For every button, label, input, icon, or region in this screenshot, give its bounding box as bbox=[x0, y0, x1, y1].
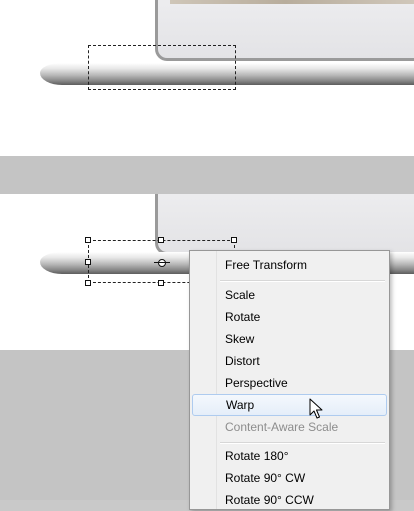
menu-item-warp[interactable]: Warp bbox=[192, 394, 387, 416]
transform-context-menu: Free Transform Scale Rotate Skew Distort… bbox=[189, 250, 390, 510]
transform-handle-top-left[interactable] bbox=[85, 237, 91, 243]
menu-item-rotate-90-ccw[interactable]: Rotate 90° CCW bbox=[192, 489, 387, 511]
menu-separator bbox=[220, 442, 385, 444]
transform-handle-top-right[interactable] bbox=[231, 237, 237, 243]
menu-item-perspective[interactable]: Perspective bbox=[192, 372, 387, 394]
menu-item-rotate[interactable]: Rotate bbox=[192, 306, 387, 328]
menu-item-content-aware-scale: Content-Aware Scale bbox=[225, 420, 339, 434]
transform-handle-bottom-left[interactable] bbox=[85, 280, 91, 286]
menu-item-distort[interactable]: Distort bbox=[192, 350, 387, 372]
menu-item-scale[interactable]: Scale bbox=[192, 284, 387, 306]
transform-handle-middle-left[interactable] bbox=[85, 259, 91, 265]
canvas-top bbox=[0, 0, 414, 156]
menu-item-skew[interactable]: Skew bbox=[192, 328, 387, 350]
laptop-screen-edge bbox=[170, 0, 414, 4]
menu-item-rotate-90-cw[interactable]: Rotate 90° CW bbox=[192, 467, 387, 489]
menu-item-rotate-180[interactable]: Rotate 180° bbox=[192, 445, 387, 467]
selection-marquee[interactable] bbox=[88, 45, 236, 90]
pivot-point-icon[interactable] bbox=[154, 258, 170, 268]
menu-separator bbox=[220, 280, 385, 282]
arrow-cursor-icon bbox=[309, 398, 323, 419]
transform-handle-top-center[interactable] bbox=[158, 237, 164, 243]
menu-item-free-transform[interactable]: Free Transform bbox=[192, 254, 387, 276]
workspace-gap bbox=[0, 156, 414, 194]
transform-handle-bottom-center[interactable] bbox=[158, 280, 164, 286]
